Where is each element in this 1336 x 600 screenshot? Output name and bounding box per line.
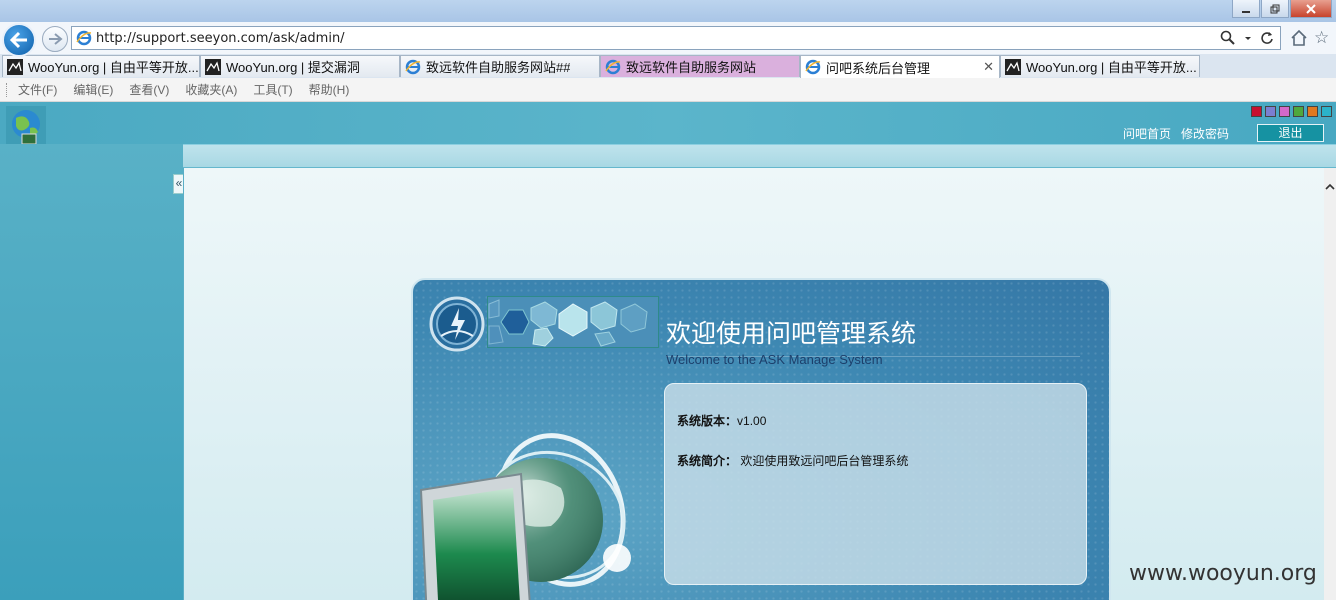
admin-page: 问吧首页 修改密码 退出 « 欢迎使用问吧管理系统 Welcome to the… [0, 102, 1336, 600]
version-row: 系统版本：v1.00 [677, 412, 766, 429]
seeyon-emblem-icon [429, 296, 485, 352]
favorites-star-icon[interactable]: ☆ [1314, 28, 1329, 48]
skin-swatch-orange[interactable] [1307, 106, 1318, 117]
tab-wooyun-submit[interactable]: WooYun.org | 提交漏洞 [200, 55, 400, 77]
welcome-panel: 欢迎使用问吧管理系统 Welcome to the ASK Manage Sys… [411, 278, 1111, 600]
back-button[interactable] [2, 23, 36, 57]
dropdown-caret-icon[interactable] [1244, 30, 1252, 46]
top-links: 问吧首页 修改密码 [1123, 125, 1229, 142]
page-header: 问吧首页 修改密码 退出 [0, 102, 1336, 152]
hexagon-mosaic-icon [487, 296, 659, 348]
tab-label: WooYun.org | 提交漏洞 [226, 60, 360, 75]
content-header-strip [183, 144, 1336, 168]
address-bar[interactable]: http://support.seeyon.com/ask/admin/ [71, 26, 1281, 50]
skin-color-picker [1251, 106, 1332, 117]
main-content: 欢迎使用问吧管理系统 Welcome to the ASK Manage Sys… [183, 168, 1324, 600]
menu-help[interactable]: 帮助(H) [309, 81, 350, 98]
wooyun-favicon-icon [1005, 58, 1021, 75]
tab-label: 致远软件自助服务网站## [426, 60, 571, 75]
skin-swatch-green[interactable] [1293, 106, 1304, 117]
tab-ask-admin[interactable]: 问吧系统后台管理 ✕ [800, 55, 1000, 78]
ie-page-icon [405, 59, 421, 74]
menu-grip [6, 83, 9, 97]
refresh-icon[interactable] [1260, 30, 1274, 46]
window-titlebar [0, 0, 1336, 22]
tab-label: WooYun.org | 自由平等开放... [28, 60, 199, 75]
welcome-subtitle: Welcome to the ASK Manage System [666, 352, 883, 367]
tab-wooyun-home-2[interactable]: WooYun.org | 自由平等开放... [1000, 55, 1200, 77]
close-icon [1306, 3, 1316, 14]
address-actions [1220, 30, 1274, 46]
tab-wooyun-home[interactable]: WooYun.org | 自由平等开放... [2, 55, 200, 77]
system-info-panel: 系统版本：v1.00 系统简介： 欢迎使用致远问吧后台管理系统 [664, 383, 1087, 585]
menu-view[interactable]: 查看(V) [129, 81, 169, 98]
skin-swatch-pink[interactable] [1279, 106, 1290, 117]
version-value: v1.00 [737, 414, 767, 428]
tab-seeyon-service-hash[interactable]: 致远软件自助服务网站## [400, 55, 600, 77]
menu-favorites[interactable]: 收藏夹(A) [185, 81, 237, 98]
search-icon[interactable] [1220, 30, 1236, 46]
logout-button[interactable]: 退出 [1257, 124, 1324, 142]
maximize-button[interactable] [1261, 0, 1289, 18]
tab-label: WooYun.org | 自由平等开放... [1026, 60, 1197, 75]
vertical-scrollbar[interactable] [1324, 168, 1336, 600]
tab-close-button[interactable]: ✕ [983, 59, 994, 75]
wooyun-favicon-icon [205, 58, 221, 75]
tab-seeyon-service[interactable]: 致远软件自助服务网站 [600, 55, 800, 77]
close-window-button[interactable] [1290, 0, 1332, 18]
window-controls [1231, 0, 1332, 20]
intro-value: 欢迎使用致远问吧后台管理系统 [737, 454, 909, 468]
globe-monitor-illustration [419, 433, 631, 600]
tab-label: 致远软件自助服务网站 [626, 60, 757, 75]
minimize-button[interactable] [1232, 0, 1260, 18]
back-arrow-icon [9, 31, 27, 49]
menu-file[interactable]: 文件(F) [18, 81, 57, 98]
sidebar [0, 144, 183, 600]
skin-swatch-cyan[interactable] [1321, 106, 1332, 117]
tab-label: 问吧系统后台管理 [826, 60, 931, 76]
version-label: 系统版本： [677, 414, 738, 428]
forward-button[interactable] [42, 26, 68, 52]
scroll-up-icon[interactable] [1325, 182, 1335, 192]
url-text[interactable]: http://support.seeyon.com/ask/admin/ [96, 31, 345, 46]
welcome-title: 欢迎使用问吧管理系统 [666, 319, 917, 348]
skin-swatch-blue[interactable] [1265, 106, 1276, 117]
menu-tools[interactable]: 工具(T) [253, 81, 292, 98]
ie-page-icon [605, 59, 621, 74]
home-icon[interactable] [1290, 29, 1308, 47]
menu-bar: 文件(F) 编辑(E) 查看(V) 收藏夹(A) 工具(T) 帮助(H) [0, 78, 1336, 102]
restore-icon [1270, 4, 1280, 13]
wooyun-watermark: www.wooyun.org [1129, 561, 1317, 586]
intro-row: 系统简介： 欢迎使用致远问吧后台管理系统 [677, 452, 908, 469]
navigation-bar: http://support.seeyon.com/ask/admin/ ☆ [0, 22, 1336, 57]
intro-label: 系统简介： [677, 454, 738, 468]
tab-bar: WooYun.org | 自由平等开放... WooYun.org | 提交漏洞… [0, 54, 1336, 78]
forward-arrow-icon [49, 33, 63, 45]
minimize-icon [1242, 10, 1250, 13]
menu-edit[interactable]: 编辑(E) [73, 81, 113, 98]
change-password-link[interactable]: 修改密码 [1181, 125, 1229, 142]
ask-home-link[interactable]: 问吧首页 [1123, 125, 1171, 142]
ie-page-icon [805, 59, 821, 75]
ie-page-icon [76, 30, 92, 46]
skin-swatch-red[interactable] [1251, 106, 1262, 117]
wooyun-favicon-icon [7, 58, 23, 75]
